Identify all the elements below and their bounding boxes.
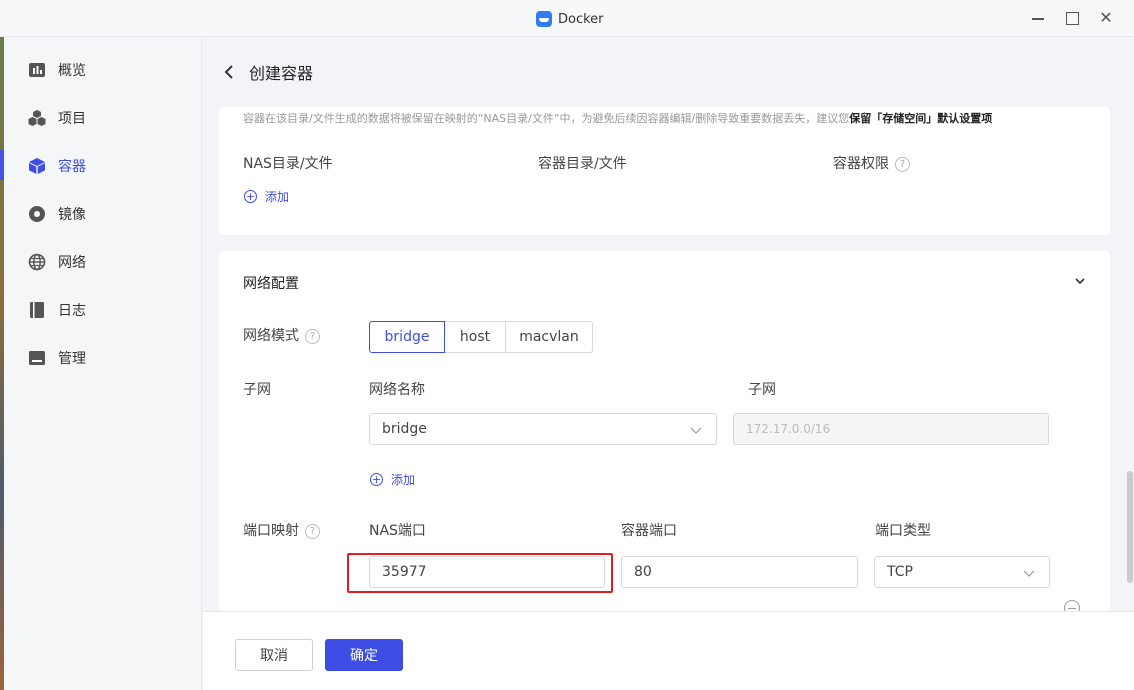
disc-icon xyxy=(28,205,46,223)
container-port-value: 80 xyxy=(634,564,652,580)
col-nas-port: NAS端口 xyxy=(369,523,426,539)
sidebar-item-label: 容器 xyxy=(58,159,86,175)
col-permission-label: 容器权限 xyxy=(833,156,889,172)
sidebar-item-label: 项目 xyxy=(58,111,86,127)
add-label: 添加 xyxy=(391,473,416,487)
hint-text: 容器在该目录/文件生成的数据将被保留在映射的“NAS目录/文件”中，为避免后续因… xyxy=(243,112,850,125)
add-volume-button[interactable]: + 添加 xyxy=(244,188,289,205)
col-container-path: 容器目录/文件 xyxy=(538,156,627,172)
maximize-icon[interactable] xyxy=(1064,9,1080,27)
network-name-value: bridge xyxy=(382,421,427,437)
sidebar-item-overview[interactable]: 概览 xyxy=(28,58,86,82)
back-arrow-icon[interactable] xyxy=(219,62,239,82)
chevron-down-icon[interactable] xyxy=(1074,275,1086,287)
port-type-select[interactable]: TCP xyxy=(874,556,1050,588)
mode-macvlan-button[interactable]: macvlan xyxy=(505,321,593,353)
manage-icon xyxy=(28,349,46,367)
volume-card: 容器在该目录/文件生成的数据将被保留在映射的“NAS目录/文件”中，为避免后续因… xyxy=(219,107,1110,235)
help-icon[interactable]: ? xyxy=(895,156,910,172)
window-title: Docker xyxy=(536,10,604,28)
page-header: 创建容器 xyxy=(203,37,1134,107)
col-network-name: 网络名称 xyxy=(369,382,425,398)
cancel-button[interactable]: 取消 xyxy=(235,639,313,671)
sidebar-item-containers[interactable]: 容器 xyxy=(28,154,86,178)
sidebar-item-label: 概览 xyxy=(58,63,86,79)
footer-bar: 取消 确定 xyxy=(203,611,1134,690)
subnet-row-label: 子网 xyxy=(243,382,271,398)
port-type-value: TCP xyxy=(887,564,913,580)
volume-hint: 容器在该目录/文件生成的数据将被保留在映射的“NAS目录/文件”中，为避免后续因… xyxy=(243,110,992,126)
network-mode-label: 网络模式? xyxy=(243,325,320,345)
hint-bold-text: 保留「存储空间」默认设置项 xyxy=(849,112,993,125)
help-icon[interactable]: ? xyxy=(305,523,320,539)
network-mode-text: 网络模式 xyxy=(243,328,299,344)
main-content: 创建容器 容器在该目录/文件生成的数据将被保留在映射的“NAS目录/文件”中，为… xyxy=(203,37,1134,690)
close-icon[interactable]: ✕ xyxy=(1098,9,1114,27)
sidebar-item-label: 镜像 xyxy=(58,207,86,223)
mode-bridge-button[interactable]: bridge xyxy=(369,321,445,353)
cubes-icon xyxy=(28,109,46,127)
confirm-button[interactable]: 确定 xyxy=(325,639,403,671)
dashboard-icon xyxy=(28,61,46,79)
chevron-down-icon xyxy=(690,427,702,434)
sidebar-item-label: 网络 xyxy=(58,255,86,271)
sidebar-item-manage[interactable]: 管理 xyxy=(28,346,86,370)
add-network-button[interactable]: + 添加 xyxy=(370,471,415,488)
col-nas-path: NAS目录/文件 xyxy=(243,156,333,172)
mode-host-button[interactable]: host xyxy=(444,321,506,353)
container-port-input[interactable]: 80 xyxy=(621,556,858,588)
section-title-network: 网络配置 xyxy=(243,276,299,292)
sidebar-item-images[interactable]: 镜像 xyxy=(28,202,86,226)
sidebar-item-label: 日志 xyxy=(58,303,86,319)
col-permission: 容器权限? xyxy=(833,153,910,173)
minimize-icon[interactable] xyxy=(1030,9,1046,27)
subnet-value: 172.17.0.0/16 xyxy=(746,422,831,436)
sidebar-item-logs[interactable]: 日志 xyxy=(28,298,86,322)
port-mapping-label: 端口映射? xyxy=(243,520,320,540)
col-subnet: 子网 xyxy=(748,382,776,398)
plus-circle-icon: + xyxy=(370,473,383,486)
page-title: 创建容器 xyxy=(249,64,314,83)
chevron-down-icon xyxy=(1023,570,1035,577)
sidebar-item-label: 管理 xyxy=(58,351,86,367)
help-icon[interactable]: ? xyxy=(305,328,320,344)
nas-port-input[interactable]: 35977 xyxy=(369,556,605,588)
network-mode-selector: bridge host macvlan xyxy=(369,321,593,353)
subnet-field: 172.17.0.0/16 xyxy=(733,413,1049,445)
plus-circle-icon: + xyxy=(244,190,257,203)
nas-port-value: 35977 xyxy=(382,564,427,580)
network-card: 网络配置 网络模式? bridge host macvlan 子网 网络名称 子… xyxy=(219,251,1110,616)
docker-logo-icon xyxy=(536,11,552,27)
book-icon xyxy=(28,301,46,319)
box-icon xyxy=(28,157,46,175)
sidebar-item-projects[interactable]: 项目 xyxy=(28,106,86,130)
col-container-port: 容器端口 xyxy=(621,523,677,539)
network-name-select[interactable]: bridge xyxy=(369,413,717,445)
sidebar-item-network[interactable]: 网络 xyxy=(28,250,86,274)
add-label: 添加 xyxy=(265,190,290,204)
title-bar: Docker ✕ xyxy=(0,0,1134,37)
col-port-type: 端口类型 xyxy=(875,523,931,539)
sidebar: 概览 项目 容器 镜像 网络 日志 管理 xyxy=(4,37,202,690)
port-mapping-text: 端口映射 xyxy=(243,523,299,539)
scrollbar[interactable] xyxy=(1127,471,1133,583)
globe-icon xyxy=(28,253,46,271)
window-title-text: Docker xyxy=(558,11,604,27)
